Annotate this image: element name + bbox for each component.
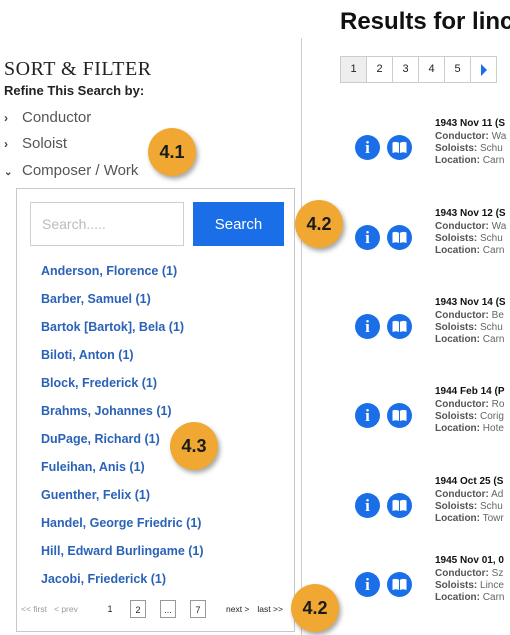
refine-label: Refine This Search by: xyxy=(4,83,145,98)
pager-last-link[interactable]: last >> xyxy=(257,604,283,614)
conductor-label: Conductor: xyxy=(435,568,489,579)
info-icon[interactable]: i xyxy=(355,135,380,160)
facet-label: Conductor xyxy=(22,109,92,126)
soloists-label: Soloists: xyxy=(435,501,478,512)
info-icon[interactable]: i xyxy=(355,225,380,250)
book-icon[interactable] xyxy=(387,314,412,339)
composer-item[interactable]: Barber, Samuel (1) xyxy=(41,290,204,318)
book-icon[interactable] xyxy=(387,225,412,250)
facet-conductor[interactable]: › Conductor xyxy=(4,109,91,126)
info-icon[interactable]: i xyxy=(355,403,380,428)
pager-next-link[interactable]: next > xyxy=(226,604,249,614)
chevron-right-icon: › xyxy=(4,111,8,125)
result-soloists: Schu xyxy=(480,233,503,244)
callout-badge: 4.2 xyxy=(295,200,343,248)
result-location: Carn xyxy=(482,592,505,603)
result-soloists: Lince xyxy=(480,580,504,591)
results-page-2[interactable]: 2 xyxy=(366,56,393,83)
soloists-label: Soloists: xyxy=(435,411,478,422)
composer-item[interactable]: Anderson, Florence (1) xyxy=(41,262,204,290)
result-location: Hote xyxy=(482,423,504,434)
facet-label: Soloist xyxy=(22,135,68,152)
callout-badge: 4.3 xyxy=(170,422,218,470)
result-soloists: Schu xyxy=(480,143,503,154)
sort-filter-title: SORT & FILTER xyxy=(4,58,152,80)
composer-item[interactable]: Guenther, Felix (1) xyxy=(41,486,204,514)
results-page-1[interactable]: 1 xyxy=(340,56,367,83)
chevron-right-icon: › xyxy=(4,137,8,151)
result-soloists: Schu xyxy=(480,322,503,333)
pager-first-link[interactable]: << first xyxy=(21,604,54,614)
results-pagination: 1 2 3 4 5 xyxy=(340,56,497,83)
pager-page-7[interactable]: 7 xyxy=(190,600,206,618)
results-next-button[interactable] xyxy=(470,56,497,83)
location-label: Location: xyxy=(435,245,480,256)
results-title: Results for linc xyxy=(340,8,510,35)
conductor-label: Conductor: xyxy=(435,221,489,232)
result-date[interactable]: 1944 Oct 25 (S xyxy=(435,476,510,488)
book-icon[interactable] xyxy=(387,403,412,428)
result-conductor: Wa xyxy=(491,221,507,232)
composer-item[interactable]: Hill, Edward Burlingame (1) xyxy=(41,542,204,570)
chevron-down-icon: ⌄ xyxy=(4,167,13,178)
book-icon[interactable] xyxy=(387,493,412,518)
soloists-label: Soloists: xyxy=(435,322,478,333)
info-icon[interactable]: i xyxy=(355,493,380,518)
pager-prev-link[interactable]: < prev xyxy=(54,604,98,614)
conductor-label: Conductor: xyxy=(435,489,489,500)
conductor-label: Conductor: xyxy=(435,131,489,142)
info-icon[interactable]: i xyxy=(355,314,380,339)
book-icon[interactable] xyxy=(387,572,412,597)
results-page-5[interactable]: 5 xyxy=(444,56,471,83)
book-icon[interactable] xyxy=(387,135,412,160)
location-label: Location: xyxy=(435,592,480,603)
result-date[interactable]: 1943 Nov 12 (S xyxy=(435,208,510,220)
soloists-label: Soloists: xyxy=(435,143,478,154)
result-date[interactable]: 1945 Nov 01, 0 xyxy=(435,555,510,567)
pager-page-1[interactable]: 1 xyxy=(98,600,122,618)
result-soloists: Corig xyxy=(480,411,504,422)
location-label: Location: xyxy=(435,334,480,345)
conductor-label: Conductor: xyxy=(435,399,489,410)
conductor-label: Conductor: xyxy=(435,310,489,321)
soloists-label: Soloists: xyxy=(435,233,478,244)
callout-badge: 4.1 xyxy=(148,128,196,176)
facet-composer-work[interactable]: ⌄ Composer / Work xyxy=(4,162,138,179)
results-page-3[interactable]: 3 xyxy=(392,56,419,83)
composer-item[interactable]: Biloti, Anton (1) xyxy=(41,346,204,374)
composer-item[interactable]: Bartok [Bartok], Bela (1) xyxy=(41,318,204,346)
result-location: Carn xyxy=(482,155,505,166)
composer-item[interactable]: Handel, George Friedric (1) xyxy=(41,514,204,542)
chevron-right-icon xyxy=(480,64,487,76)
results-page-4[interactable]: 4 xyxy=(418,56,445,83)
result-date[interactable]: 1943 Nov 14 (S xyxy=(435,297,510,309)
composer-item[interactable]: Jacobi, Friederick (1) xyxy=(41,570,204,598)
result-date[interactable]: 1943 Nov 11 (S xyxy=(435,118,510,130)
composer-search-input[interactable] xyxy=(30,202,184,246)
result-location: Carn xyxy=(482,245,505,256)
pager-page-2[interactable]: 2 xyxy=(130,600,146,618)
composer-pager: << first < prev 1 2 ... 7 next > last >> xyxy=(21,600,283,618)
callout-badge: 4.2 xyxy=(291,584,339,632)
result-conductor: Be xyxy=(491,310,504,321)
facet-label: Composer / Work xyxy=(22,162,139,179)
composer-search-button[interactable]: Search xyxy=(193,202,284,246)
result-location: Carn xyxy=(482,334,505,345)
result-conductor: Ro xyxy=(491,399,505,410)
result-location: Towr xyxy=(482,513,504,524)
location-label: Location: xyxy=(435,513,480,524)
result-conductor: Ad xyxy=(491,489,504,500)
location-label: Location: xyxy=(435,423,480,434)
info-icon[interactable]: i xyxy=(355,572,380,597)
pager-ellipsis: ... xyxy=(160,600,176,618)
location-label: Location: xyxy=(435,155,480,166)
result-soloists: Schu xyxy=(480,501,503,512)
column-divider xyxy=(301,38,302,635)
result-date[interactable]: 1944 Feb 14 (P xyxy=(435,386,510,398)
result-conductor: Wa xyxy=(491,131,507,142)
result-conductor: Sz xyxy=(491,568,504,579)
facet-soloist[interactable]: › Soloist xyxy=(4,135,67,152)
soloists-label: Soloists: xyxy=(435,580,478,591)
composer-item[interactable]: Block, Frederick (1) xyxy=(41,374,204,402)
